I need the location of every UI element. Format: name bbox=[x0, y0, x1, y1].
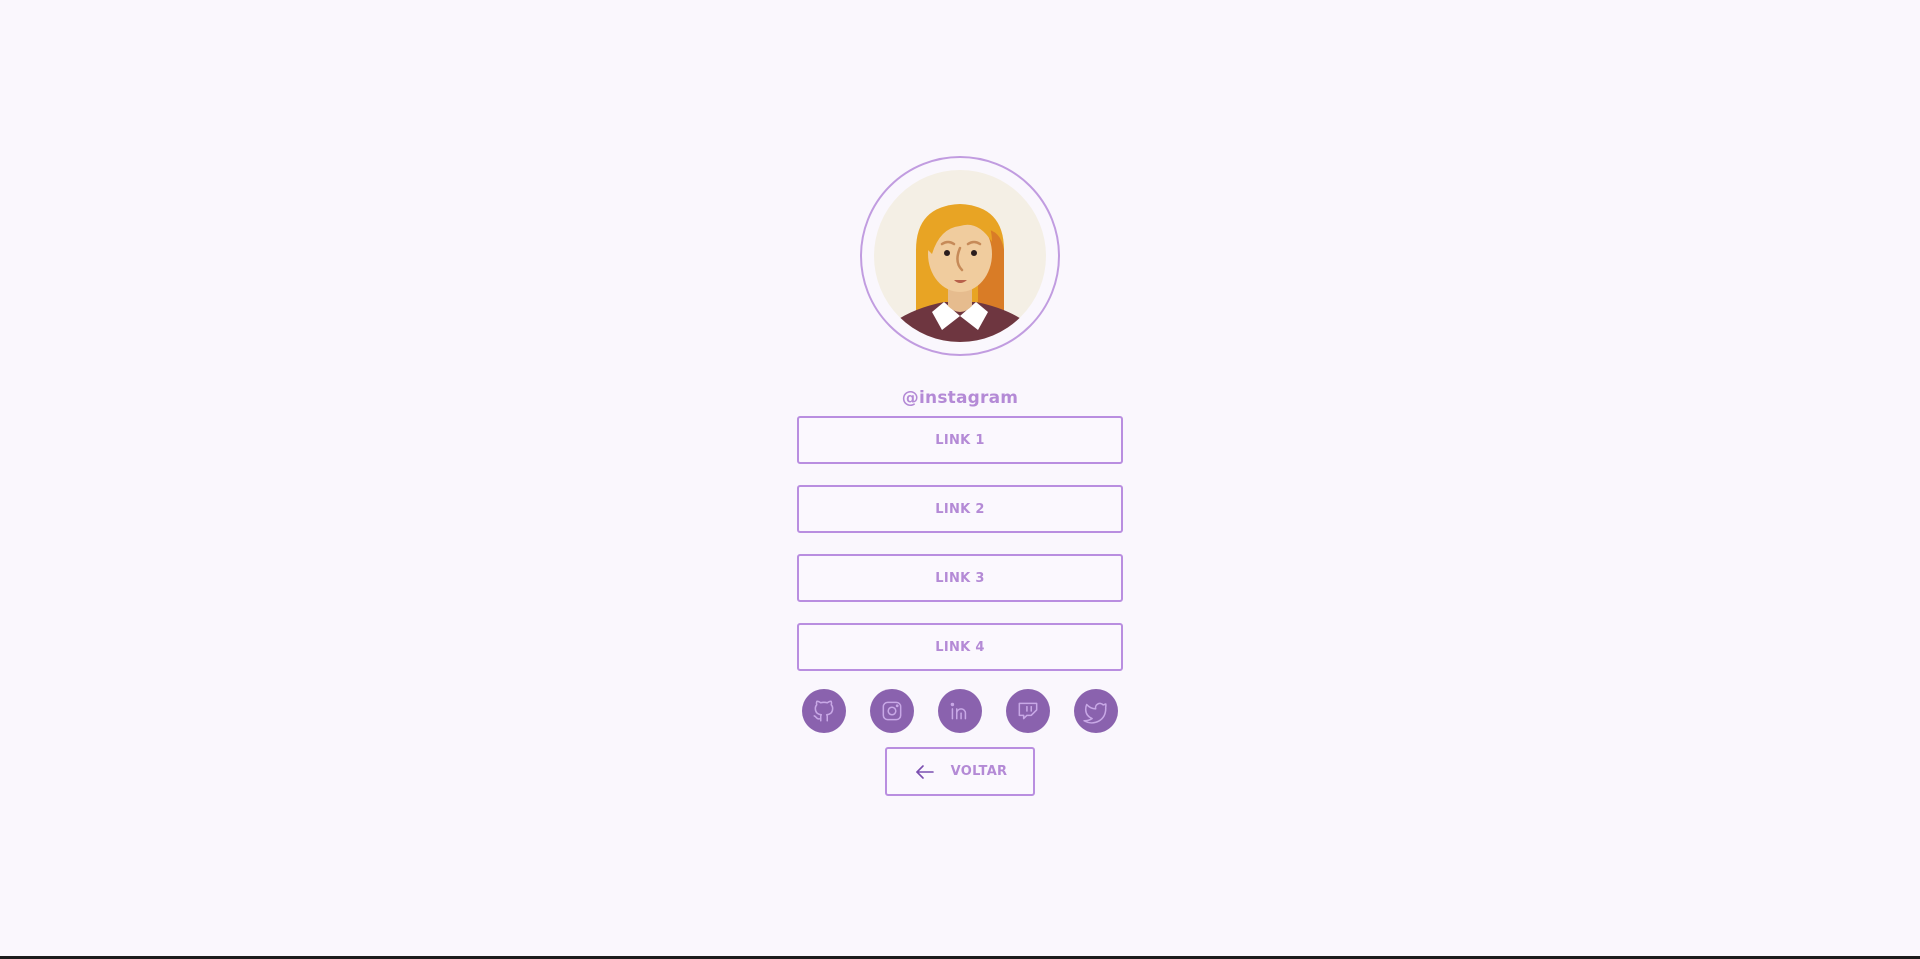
avatar bbox=[874, 170, 1046, 342]
arrow-left-icon bbox=[915, 764, 934, 779]
avatar-ring bbox=[860, 156, 1060, 356]
github-icon bbox=[813, 700, 834, 722]
link-button-4[interactable]: LINK 4 bbox=[797, 623, 1123, 671]
link-button-1[interactable]: LINK 1 bbox=[797, 416, 1123, 464]
twitter-icon bbox=[1083, 702, 1107, 724]
github-button[interactable] bbox=[802, 689, 846, 733]
profile-handle: @instagram bbox=[901, 388, 1019, 408]
twitter-button[interactable] bbox=[1074, 689, 1118, 733]
link-list: LINK 1 LINK 2 LINK 3 LINK 4 bbox=[797, 416, 1123, 671]
twitch-icon bbox=[1018, 702, 1038, 720]
back-button-label: VOLTAR bbox=[950, 764, 1008, 779]
link-button-3[interactable]: LINK 3 bbox=[797, 554, 1123, 602]
back-button[interactable]: VOLTAR bbox=[885, 747, 1035, 796]
instagram-button[interactable] bbox=[870, 689, 914, 733]
twitch-button[interactable] bbox=[1006, 689, 1050, 733]
link-button-2[interactable]: LINK 2 bbox=[797, 485, 1123, 533]
linkedin-icon bbox=[950, 702, 967, 720]
social-links bbox=[802, 689, 1118, 733]
profile-card: @instagram LINK 1 LINK 2 LINK 3 LINK 4 V… bbox=[797, 156, 1123, 796]
instagram-icon bbox=[882, 701, 902, 721]
linkedin-button[interactable] bbox=[938, 689, 982, 733]
